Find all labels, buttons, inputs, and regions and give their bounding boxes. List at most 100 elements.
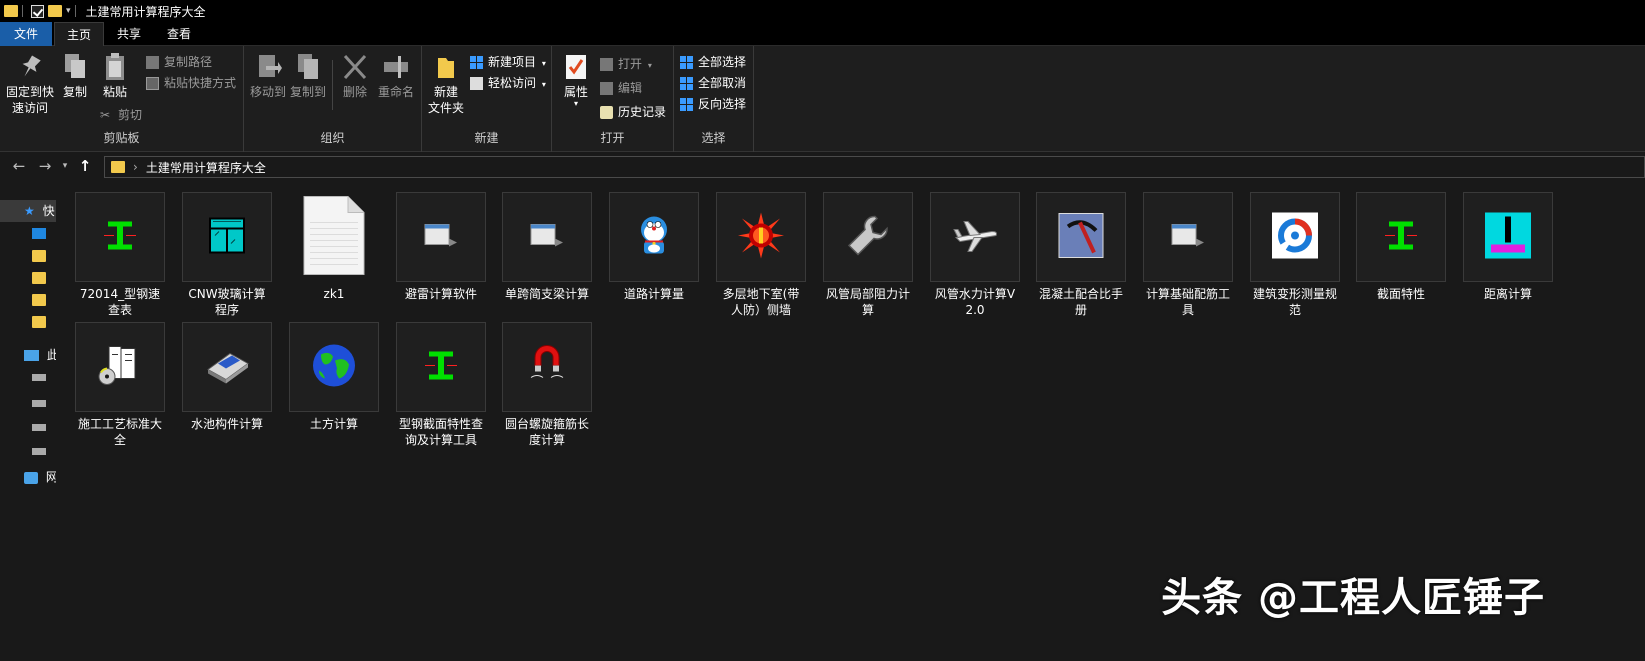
file-thumbnail[interactable] xyxy=(1036,192,1126,282)
select-all-button[interactable]: 全部选择 xyxy=(678,52,746,72)
paste-button[interactable]: 粘贴 xyxy=(98,52,132,100)
back-arrow-icon[interactable]: ← xyxy=(6,157,32,175)
file-name[interactable]: CNW玻璃计算程序 xyxy=(182,286,272,318)
file-item[interactable]: 施工工艺标准大全 xyxy=(75,322,165,448)
new-folder-button[interactable]: 新建 文件夹 xyxy=(426,52,466,116)
file-item[interactable]: 混凝土配合比手册 xyxy=(1036,192,1126,318)
file-item[interactable]: 距离计算 xyxy=(1463,192,1553,302)
sidebar-item-folder[interactable] xyxy=(0,310,56,332)
sidebar-item-quick-access[interactable]: ★ 快 xyxy=(0,200,56,222)
copy-path-button[interactable]: 复制路径 xyxy=(144,52,212,72)
file-item[interactable]: 风管水力计算V2.0 xyxy=(930,192,1020,318)
file-name[interactable]: 72014_型钢速查表 xyxy=(75,286,165,318)
edit-button[interactable]: 编辑 xyxy=(598,78,642,98)
file-name[interactable]: 型钢截面特性查询及计算工具 xyxy=(396,416,486,448)
rename-button[interactable]: 重命名 xyxy=(374,52,418,100)
file-name[interactable]: 道路计算量 xyxy=(609,286,699,302)
file-item[interactable]: 建筑变形测量规范 xyxy=(1250,192,1340,318)
file-item[interactable]: zk1 xyxy=(289,192,379,302)
file-item[interactable]: 避雷计算软件 xyxy=(396,192,486,302)
file-name[interactable]: 水池构件计算 xyxy=(182,416,272,432)
select-none-button[interactable]: 全部取消 xyxy=(678,73,746,93)
file-thumbnail[interactable] xyxy=(1463,192,1553,282)
file-thumbnail[interactable] xyxy=(75,192,165,282)
breadcrumb-chevron-icon[interactable]: › xyxy=(133,160,138,174)
file-item[interactable]: 土方计算 xyxy=(289,322,379,432)
open-button[interactable]: 打开 ▾ xyxy=(598,54,652,74)
sidebar-item-folder[interactable] xyxy=(0,244,56,266)
properties-check-icon[interactable] xyxy=(31,4,44,18)
sidebar-item-network[interactable]: 网 xyxy=(0,466,56,488)
copy-to-button[interactable]: 复制到 xyxy=(288,52,328,100)
sidebar-item-drive[interactable] xyxy=(0,416,56,438)
file-thumbnail[interactable] xyxy=(930,192,1020,282)
file-item[interactable]: 计算基础配筋工具 xyxy=(1143,192,1233,318)
sidebar-item-this-pc[interactable]: 此 xyxy=(0,344,56,366)
new-folder-icon[interactable] xyxy=(48,5,62,17)
file-item[interactable]: 道路计算量 xyxy=(609,192,699,302)
file-name[interactable]: 风管局部阻力计算 xyxy=(823,286,913,318)
copy-button[interactable]: 复制 xyxy=(58,52,92,100)
file-name[interactable]: 风管水力计算V2.0 xyxy=(930,286,1020,318)
file-name[interactable]: 圆台螺旋箍筋长度计算 xyxy=(502,416,592,448)
file-thumbnail[interactable] xyxy=(823,192,913,282)
file-thumbnail[interactable] xyxy=(1356,192,1446,282)
file-name[interactable]: 截面特性 xyxy=(1356,286,1446,302)
sidebar-item-drive[interactable] xyxy=(0,440,56,462)
easy-access-button[interactable]: 轻松访问 ▾ xyxy=(468,73,546,93)
file-item[interactable]: 风管局部阻力计算 xyxy=(823,192,913,318)
file-thumbnail[interactable] xyxy=(75,322,165,412)
new-item-button[interactable]: 新建项目 ▾ xyxy=(468,52,546,72)
move-to-button[interactable]: 移动到 xyxy=(248,52,288,100)
forward-arrow-icon[interactable]: → xyxy=(32,157,58,175)
file-name[interactable]: 单跨简支梁计算 xyxy=(502,286,592,302)
sidebar-item-desktop[interactable] xyxy=(0,222,56,244)
file-name[interactable]: 距离计算 xyxy=(1463,286,1553,302)
up-arrow-icon[interactable]: ↑ xyxy=(72,157,98,175)
file-item[interactable]: 单跨简支梁计算 xyxy=(502,192,592,302)
file-thumbnail[interactable] xyxy=(182,192,272,282)
address-field[interactable]: › 土建常用计算程序大全 xyxy=(104,156,1645,178)
file-item[interactable]: 圆台螺旋箍筋长度计算 xyxy=(502,322,592,448)
file-thumbnail[interactable] xyxy=(1250,192,1340,282)
properties-button[interactable]: 属性 ▾ xyxy=(558,52,594,108)
tab-view[interactable]: 查看 xyxy=(158,22,200,46)
file-name[interactable]: 施工工艺标准大全 xyxy=(75,416,165,448)
file-name[interactable]: 避雷计算软件 xyxy=(396,286,486,302)
file-thumbnail[interactable] xyxy=(396,322,486,412)
file-name[interactable]: 土方计算 xyxy=(289,416,379,432)
file-thumbnail[interactable] xyxy=(502,192,592,282)
customize-toolbar-icon[interactable]: ▾ xyxy=(66,6,71,16)
invert-selection-button[interactable]: 反向选择 xyxy=(678,94,746,114)
file-thumbnail[interactable] xyxy=(396,192,486,282)
recent-locations-chevron-icon[interactable]: ▾ xyxy=(58,161,72,171)
history-button[interactable]: 历史记录 xyxy=(598,102,666,122)
pin-quick-access-button[interactable]: 固定到快 速访问 xyxy=(4,52,56,116)
file-item[interactable]: 截面特性 xyxy=(1356,192,1446,302)
file-name[interactable]: 多层地下室(带人防）侧墙 xyxy=(716,286,806,318)
file-item[interactable]: CNW玻璃计算程序 xyxy=(182,192,272,318)
folder-icon[interactable] xyxy=(4,5,18,17)
paste-shortcut-button[interactable]: 粘贴快捷方式 xyxy=(144,73,236,93)
cut-button[interactable]: ✂ 剪切 xyxy=(98,105,142,125)
file-name[interactable]: 混凝土配合比手册 xyxy=(1036,286,1126,318)
file-name[interactable]: 建筑变形测量规范 xyxy=(1250,286,1340,318)
sidebar-item-drive[interactable] xyxy=(0,392,56,414)
delete-button[interactable]: 删除 xyxy=(338,52,372,100)
tab-file[interactable]: 文件 xyxy=(0,22,52,46)
file-item[interactable]: 多层地下室(带人防）侧墙 xyxy=(716,192,806,318)
file-name[interactable]: zk1 xyxy=(289,286,379,302)
file-item[interactable]: 型钢截面特性查询及计算工具 xyxy=(396,322,486,448)
tab-home[interactable]: 主页 xyxy=(54,22,104,46)
file-thumbnail[interactable] xyxy=(609,192,699,282)
sidebar-item-drive[interactable] xyxy=(0,366,56,388)
file-thumbnail[interactable] xyxy=(502,322,592,412)
file-thumbnail[interactable] xyxy=(289,192,379,282)
sidebar-item-folder[interactable] xyxy=(0,266,56,288)
file-thumbnail[interactable] xyxy=(716,192,806,282)
sidebar-item-folder[interactable] xyxy=(0,288,56,310)
breadcrumb-current[interactable]: 土建常用计算程序大全 xyxy=(146,159,266,176)
file-thumbnail[interactable] xyxy=(289,322,379,412)
file-name[interactable]: 计算基础配筋工具 xyxy=(1143,286,1233,318)
file-item[interactable]: 水池构件计算 xyxy=(182,322,272,432)
